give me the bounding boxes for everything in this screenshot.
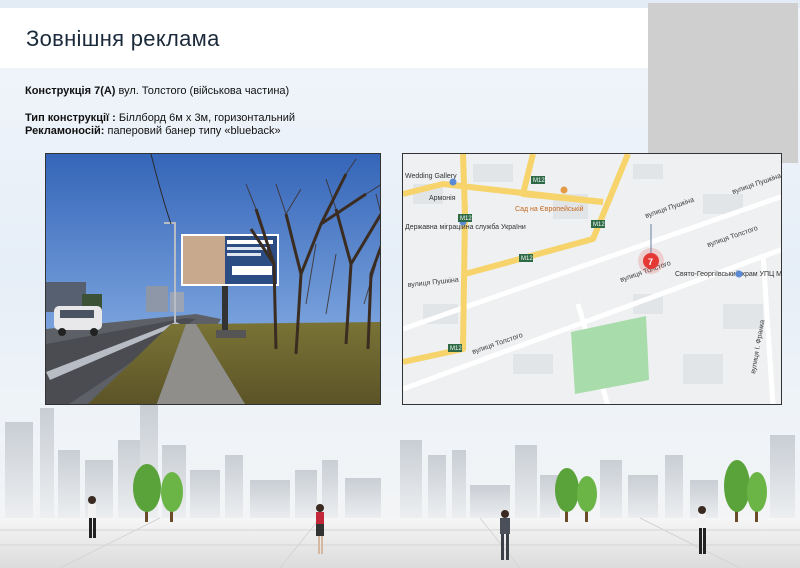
road-badge: M12 bbox=[450, 346, 462, 352]
road-badge: M12 bbox=[593, 222, 605, 228]
carrier-label: Рекламоносій: bbox=[25, 125, 105, 137]
map-illustration: вулиця Пушкіна вулиця Толстого вулиця То… bbox=[403, 154, 782, 404]
page-title: Зовнішня реклама bbox=[26, 26, 220, 51]
placeholder-box bbox=[648, 3, 798, 163]
billboard-photo-illustration bbox=[46, 154, 380, 404]
carrier-info: Рекламоносій: паперовий банер типу «blue… bbox=[25, 125, 281, 137]
type-label: Тип конструкції : bbox=[25, 112, 116, 124]
location-map[interactable]: вулиця Пушкіна вулиця Толстого вулиця То… bbox=[402, 153, 782, 405]
billboard-photo bbox=[45, 153, 381, 405]
construction-address: вул. Толстого (військова частина) bbox=[118, 85, 290, 97]
road-badge: M12 bbox=[521, 256, 533, 262]
skyline-illustration bbox=[0, 405, 800, 568]
marker-number: 7 bbox=[648, 257, 653, 267]
road-badge: M12 bbox=[533, 178, 545, 184]
road-badge: M12 bbox=[460, 216, 472, 222]
carrier-value: паперовий банер типу «blueback» bbox=[107, 125, 281, 137]
place-label: Сад на Європейській bbox=[515, 205, 584, 213]
construction-info: Конструкція 7(А) вул. Толстого (військов… bbox=[25, 85, 289, 97]
place-label: Армонія bbox=[429, 194, 456, 202]
city-skyline-decoration bbox=[0, 400, 800, 568]
type-value: Біллборд 6м х 3м, горизонтальний bbox=[118, 112, 296, 124]
construction-label: Конструкція 7(А) bbox=[25, 85, 116, 97]
place-label: Wedding Gallery bbox=[405, 173, 457, 180]
type-info: Тип конструкції : Біллборд 6м х 3м, гори… bbox=[25, 112, 295, 124]
place-label: Свято-Георгіївський храм УПЦ МП (РПЦ) bbox=[675, 270, 782, 278]
